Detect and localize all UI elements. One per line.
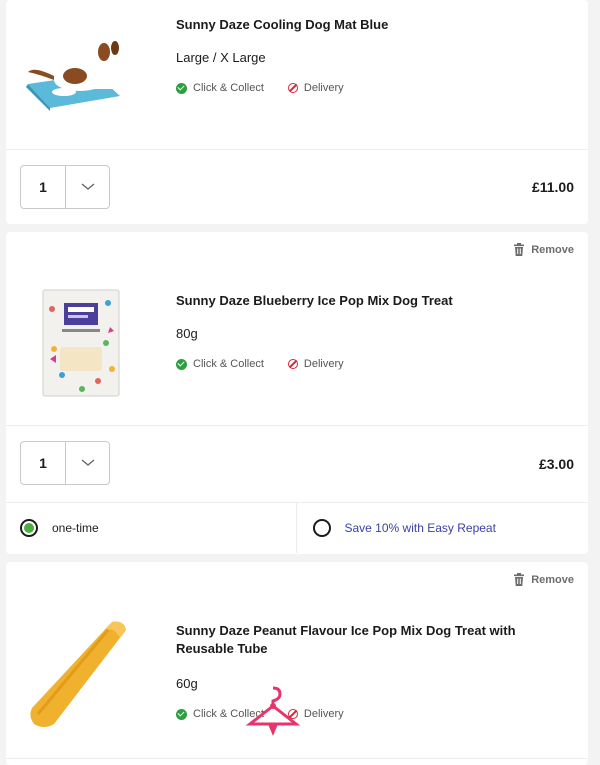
delivery-label: Delivery	[303, 708, 344, 720]
product-title[interactable]: Sunny Daze Peanut Flavour Ice Pop Mix Do…	[176, 622, 576, 658]
divider	[6, 425, 588, 426]
divider	[6, 149, 588, 150]
quantity-value: 1	[21, 442, 66, 484]
product-title[interactable]: Sunny Daze Cooling Dog Mat Blue	[176, 16, 576, 34]
remove-label: Remove	[531, 573, 574, 586]
product-title[interactable]: Sunny Daze Blueberry Ice Pop Mix Dog Tre…	[176, 292, 576, 310]
option-one-time[interactable]: one-time	[6, 503, 296, 553]
remove-label: Remove	[531, 243, 574, 256]
hanger-cursor-icon	[244, 684, 302, 745]
radio-unselected-icon[interactable]	[312, 519, 331, 537]
no-entry-icon	[287, 83, 298, 93]
remove-button[interactable]: Remove	[513, 243, 574, 256]
one-time-label: one-time	[52, 521, 99, 535]
click-collect-label: Click & Collect	[193, 82, 264, 94]
check-circle-icon	[176, 82, 187, 94]
chevron-down-icon[interactable]	[66, 442, 109, 484]
product-variant: 80g	[176, 326, 198, 341]
quantity-select[interactable]: 1	[20, 165, 110, 209]
option-easy-repeat[interactable]: Save 10% with Easy Repeat	[295, 503, 589, 553]
chevron-down-icon[interactable]	[66, 166, 109, 208]
click-collect-label: Click & Collect	[193, 358, 264, 370]
product-image-peanut-tube[interactable]	[24, 616, 134, 735]
trash-icon	[514, 573, 525, 586]
product-image-dog-mat[interactable]	[20, 36, 130, 119]
availability-row: Click & Collect Delivery	[176, 358, 344, 370]
cart-item-1: Sunny Daze Cooling Dog Mat Blue Large / …	[6, 0, 588, 224]
product-image-ice-pop-mix[interactable]	[42, 289, 120, 402]
cart-item-2: Remove Sunny Daze Blueberry Ice Pop Mix …	[6, 232, 588, 554]
quantity-select[interactable]: 1	[20, 441, 110, 485]
divider	[6, 758, 588, 759]
item-price: £3.00	[538, 456, 574, 472]
no-entry-icon	[287, 359, 298, 369]
check-circle-icon	[176, 358, 187, 370]
radio-selected-icon[interactable]	[20, 519, 38, 537]
delivery-label: Delivery	[303, 358, 344, 370]
product-variant: Large / X Large	[176, 50, 266, 65]
delivery-label: Delivery	[303, 82, 344, 94]
trash-icon	[514, 243, 525, 256]
check-circle-icon	[176, 708, 187, 720]
quantity-value: 1	[21, 166, 66, 208]
availability-row: Click & Collect Delivery	[176, 82, 344, 94]
remove-button[interactable]: Remove	[513, 573, 574, 586]
easy-repeat-label: Save 10% with Easy Repeat	[344, 521, 496, 535]
item-price: £11.00	[531, 179, 574, 195]
product-variant: 60g	[176, 676, 198, 691]
purchase-options: one-time Save 10% with Easy Repeat	[6, 503, 588, 553]
